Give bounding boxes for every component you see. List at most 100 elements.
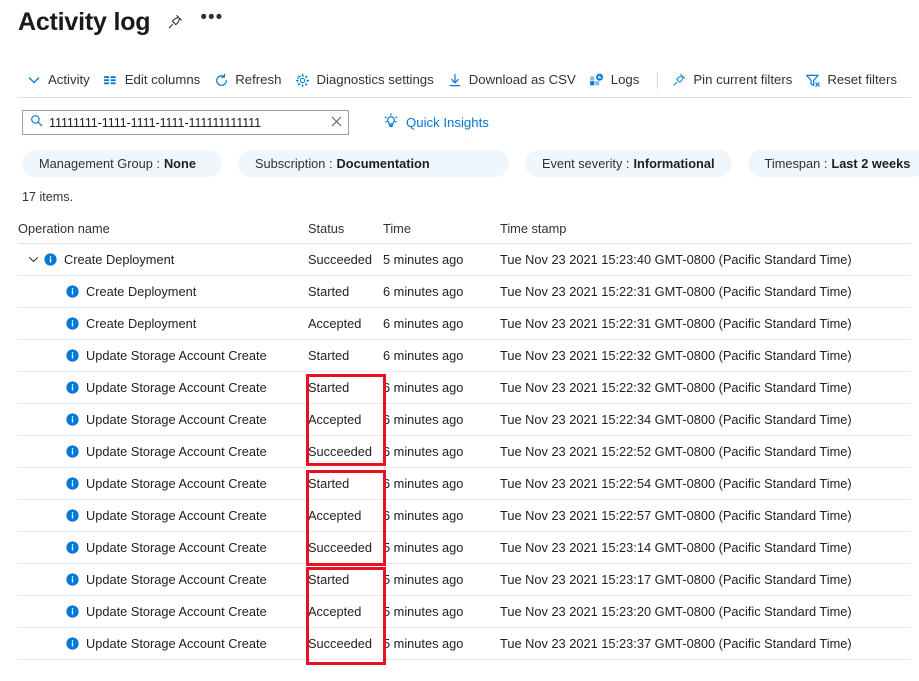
cell-time-stamp: Tue Nov 23 2021 15:22:34 GMT-0800 (Pacif… <box>500 404 900 435</box>
filter-value: Last 2 weeks <box>831 156 910 171</box>
cell-status: Succeeded <box>308 628 383 659</box>
logs-label: Logs <box>611 72 640 88</box>
pin-icon[interactable] <box>164 11 186 33</box>
filter-value: Documentation <box>337 156 430 171</box>
status-text: Accepted <box>308 604 361 619</box>
cell-status: Succeeded <box>308 244 383 275</box>
pin-current-filters-button[interactable]: Pin current filters <box>667 68 801 92</box>
toolbar-divider <box>657 72 658 89</box>
logs-button[interactable]: Logs <box>585 68 649 92</box>
reset-filters-button[interactable]: Reset filters <box>801 68 906 92</box>
table-row[interactable]: Create DeploymentSucceeded5 minutes agoT… <box>18 244 911 276</box>
operation-name-text: Create Deployment <box>64 252 174 267</box>
table-row[interactable]: Update Storage Account Create Started6 mi… <box>18 340 911 372</box>
table-row[interactable]: Create DeploymentStarted 6 minutes ago Tue… <box>18 276 911 308</box>
cell-status: Accepted <box>308 404 383 435</box>
info-icon <box>66 317 79 330</box>
table-row[interactable]: Update Storage Account CreateSucceeded5 … <box>18 532 911 564</box>
info-icon <box>66 413 79 426</box>
operation-name-text: Update Storage Account Create <box>86 636 267 651</box>
refresh-button[interactable]: Refresh <box>209 68 290 92</box>
activity-dropdown-button[interactable]: Activity <box>22 68 99 92</box>
column-header-time[interactable]: Time <box>383 221 500 236</box>
diagnostics-settings-button[interactable]: Diagnostics settings <box>290 68 442 92</box>
filter-pill-event-severity[interactable]: Event severity : Informational <box>525 150 732 177</box>
operation-name-text: Update Storage Account Create <box>86 572 267 587</box>
activity-log-table: Operation name Status Time Time stamp Cr… <box>18 214 911 660</box>
info-icon <box>66 445 79 458</box>
time-stamp-text: Tue Nov 23 2021 15:23:37 GMT-0800 (Pacif… <box>500 636 852 651</box>
cell-time: 6 minutes ago <box>383 436 500 467</box>
filter-pill-management-group[interactable]: Management Group : None <box>22 150 222 177</box>
cell-operation-name: Update Storage Account Create <box>18 372 308 403</box>
search-input[interactable]: 11111111-1111-1111-1111-111111111111 <box>22 110 349 135</box>
operation-name-text: Update Storage Account Create <box>86 348 267 363</box>
time-text: 6 minutes ago <box>383 476 463 491</box>
time-text: 6 minutes ago <box>383 444 463 459</box>
cell-time: 6 minutes ago <box>383 500 500 531</box>
cell-time: 5 minutes ago <box>383 532 500 563</box>
page-header: Activity log ••• <box>18 6 223 38</box>
table-row[interactable]: Update Storage Account CreateAccepted6 m… <box>18 500 911 532</box>
column-header-time-stamp[interactable]: Time stamp <box>500 221 900 236</box>
time-text: 6 minutes ago <box>383 284 463 299</box>
cell-time-stamp: Tue Nov 23 2021 15:22:31 GMT-0800 (Pacif… <box>500 308 900 339</box>
info-icon <box>66 541 79 554</box>
cell-operation-name: Update Storage Account Create <box>18 404 308 435</box>
table-row[interactable]: Update Storage Account CreateStarted6 mi… <box>18 372 911 404</box>
column-header-status[interactable]: Status <box>308 221 383 236</box>
table-row[interactable]: Update Storage Account CreateStarted6 mi… <box>18 468 911 500</box>
table-row[interactable]: Update Storage Account Create Started5 mi… <box>18 564 911 596</box>
time-text: 6 minutes ago <box>383 348 463 363</box>
column-header-operation-name[interactable]: Operation name <box>18 221 308 236</box>
table-row[interactable]: Create Deployment Accepted 6 minutes agoTu… <box>18 308 911 340</box>
status-text: Succeeded <box>308 636 372 651</box>
filter-key: Subscription : <box>255 156 333 171</box>
cell-operation-name: Create Deployment <box>18 308 308 339</box>
more-options-icon[interactable]: ••• <box>200 13 223 31</box>
expand-chevron-icon[interactable] <box>22 253 44 266</box>
info-icon <box>66 637 79 650</box>
cell-operation-name: Create Deployment <box>18 276 308 307</box>
close-icon[interactable] <box>331 116 342 129</box>
cell-time: 5 minutes ago <box>383 564 500 595</box>
filter-key: Management Group : <box>39 156 160 171</box>
quick-insights-button[interactable]: Quick Insights <box>383 113 489 132</box>
download-csv-button[interactable]: Download as CSV <box>443 68 585 92</box>
info-icon <box>44 253 57 266</box>
page-title: Activity log <box>18 6 150 38</box>
info-icon <box>66 605 79 618</box>
operation-name-text: Create Deployment <box>86 316 196 331</box>
cell-operation-name: Update Storage Account Create <box>18 532 308 563</box>
time-text: 6 minutes ago <box>383 412 463 427</box>
cell-operation-name: Update Storage Account Create <box>18 596 308 627</box>
cell-time-stamp: Tue Nov 23 2021 15:22:52 GMT-0800 (Pacif… <box>500 436 900 467</box>
time-stamp-text: Tue Nov 23 2021 15:23:14 GMT-0800 (Pacif… <box>500 540 852 555</box>
cell-operation-name: Update Storage Account Create <box>18 340 308 371</box>
reset-filters-label: Reset filters <box>827 72 897 88</box>
time-stamp-text: Tue Nov 23 2021 15:22:31 GMT-0800 (Pacif… <box>500 284 852 299</box>
time-text: 6 minutes ago <box>383 508 463 523</box>
table-row[interactable]: Update Storage Account CreateSucceeded5 … <box>18 628 911 660</box>
time-stamp-text: Tue Nov 23 2021 15:22:34 GMT-0800 (Pacif… <box>500 412 852 427</box>
cell-time-stamp: Tue Nov 23 2021 15:23:17 GMT-0800 (Pacif… <box>500 564 900 595</box>
filter-pill-timespan[interactable]: Timespan : Last 2 weeks <box>748 150 919 177</box>
cell-operation-name: Update Storage Account Create <box>18 628 308 659</box>
cell-status: Started <box>308 564 383 595</box>
status-text: Started <box>308 284 349 299</box>
cell-status: Started <box>308 340 383 371</box>
table-row[interactable]: Update Storage Account CreateSucceeded6 … <box>18 436 911 468</box>
gear-icon <box>294 72 310 88</box>
edit-columns-button[interactable]: Edit columns <box>99 68 210 92</box>
filter-value: None <box>164 156 196 171</box>
filter-pill-subscription[interactable]: Subscription : Documentation <box>238 150 509 177</box>
table-row[interactable]: Update Storage Account CreateAccepted6 m… <box>18 404 911 436</box>
filter-reset-icon <box>805 72 821 88</box>
time-stamp-text: Tue Nov 23 2021 15:22:32 GMT-0800 (Pacif… <box>500 348 852 363</box>
table-row[interactable]: Update Storage Account CreateAccepted5 m… <box>18 596 911 628</box>
cell-time: 6 minutes ago <box>383 308 500 339</box>
command-bar: Activity Edit columns <box>0 62 919 98</box>
status-text: Accepted <box>308 316 361 331</box>
search-input-value: 11111111-1111-1111-1111-111111111111 <box>49 116 325 130</box>
time-stamp-text: Tue Nov 23 2021 15:22:54 GMT-0800 (Pacif… <box>500 476 852 491</box>
